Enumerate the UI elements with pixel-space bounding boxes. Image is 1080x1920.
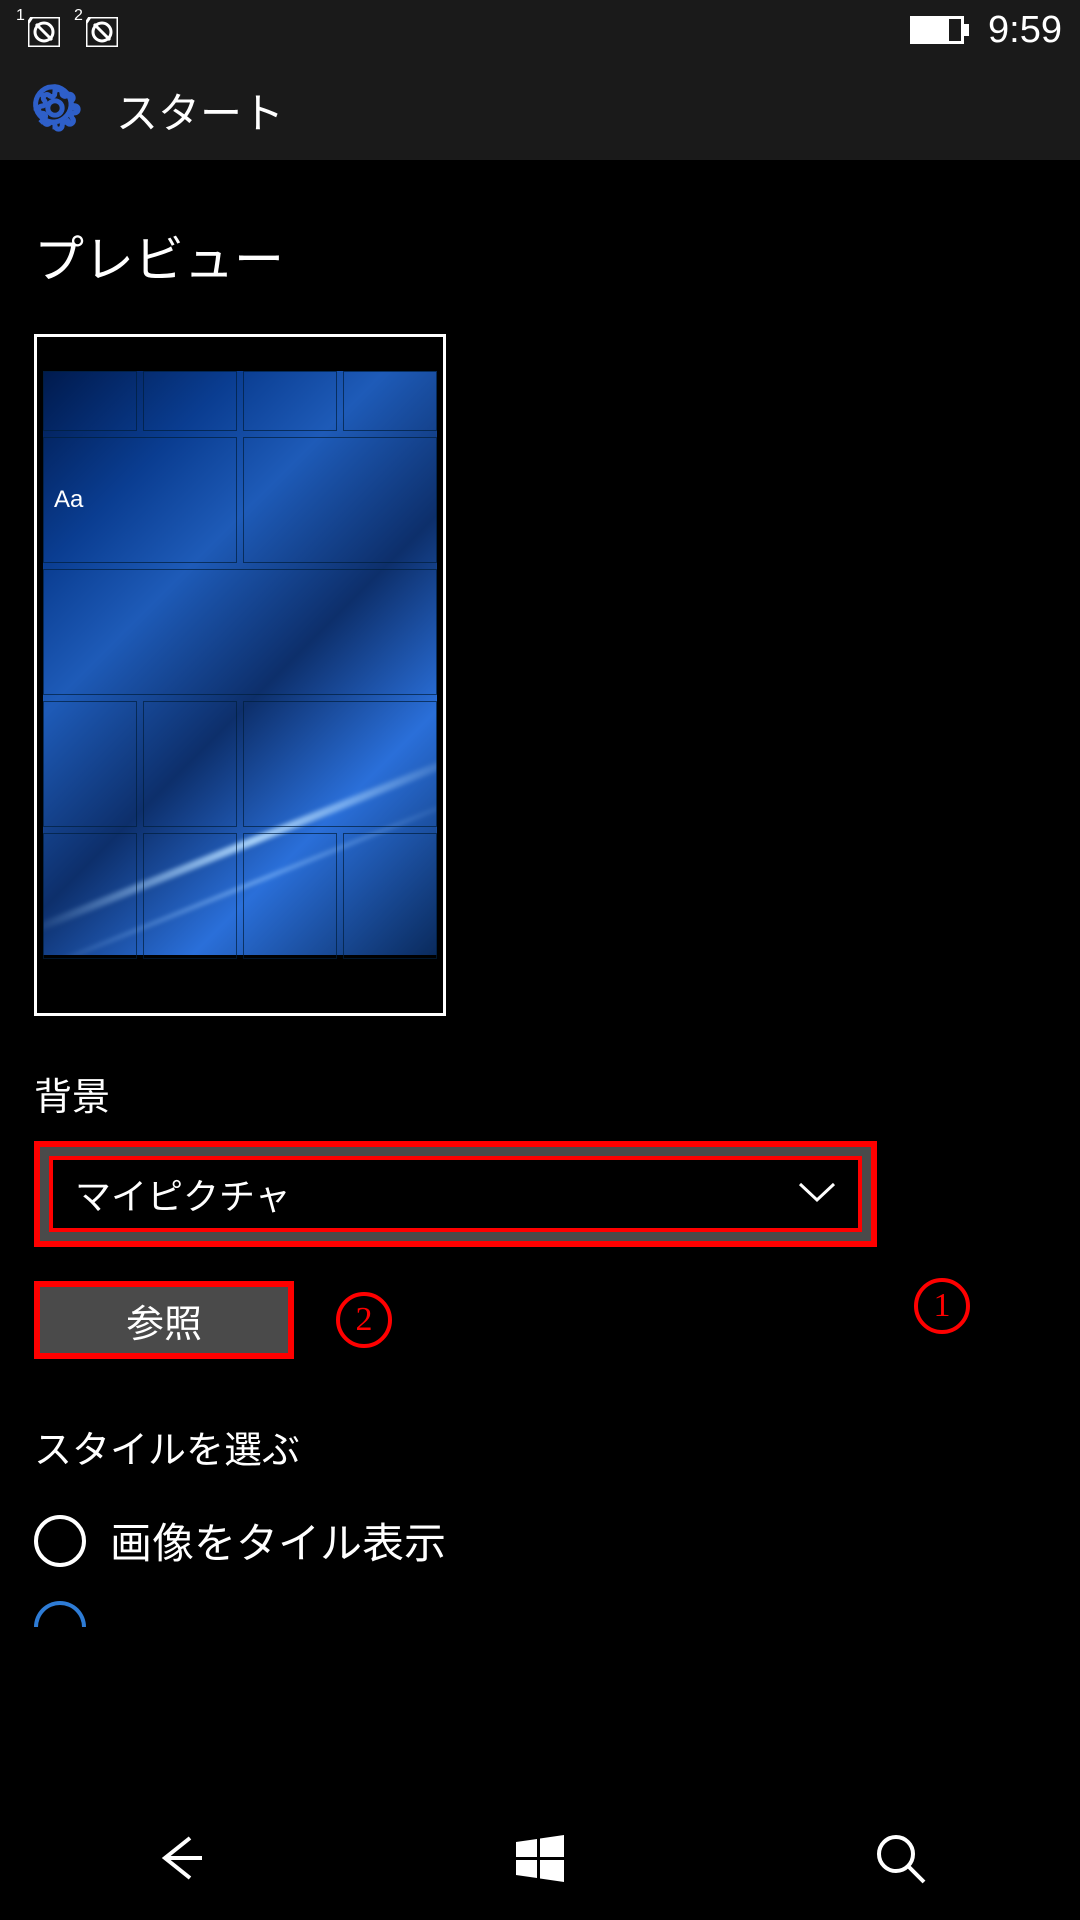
clock: 9:59 bbox=[988, 9, 1062, 52]
style-label: スタイルを選ぶ bbox=[34, 1419, 1046, 1474]
radio-icon-selected bbox=[34, 1601, 86, 1627]
sim2-icon: 2 bbox=[76, 11, 120, 49]
tile-grid: Aa bbox=[43, 371, 437, 955]
browse-button[interactable]: 参照 bbox=[34, 1281, 294, 1359]
browse-button-label: 参照 bbox=[126, 1293, 202, 1348]
preview-sample-text: Aa bbox=[54, 486, 83, 514]
preview-frame: Aa bbox=[34, 334, 446, 1016]
style-option-1[interactable]: 画像をタイル表示 bbox=[34, 1510, 1046, 1571]
dropdown-selected: マイピクチャ bbox=[75, 1168, 291, 1220]
sim1-icon: 1 bbox=[18, 11, 62, 49]
header: スタート bbox=[0, 60, 1080, 160]
annotation-1: 1 bbox=[914, 1278, 970, 1334]
nav-bar bbox=[0, 1800, 1080, 1920]
background-dropdown[interactable]: マイピクチャ bbox=[34, 1141, 877, 1247]
content: プレビュー Aa 背景 マイピクチャ 参照 2 スタイルを bbox=[0, 160, 1080, 1627]
search-button[interactable] bbox=[870, 1828, 930, 1893]
radio-label-1: 画像をタイル表示 bbox=[110, 1510, 446, 1571]
style-option-2-partial[interactable] bbox=[34, 1601, 1046, 1627]
status-bar: 1 2 9:59 bbox=[0, 0, 1080, 60]
back-button[interactable] bbox=[150, 1828, 210, 1893]
sim2-number: 2 bbox=[74, 7, 83, 25]
chevron-down-icon bbox=[798, 1180, 836, 1209]
radio-icon bbox=[34, 1515, 86, 1567]
battery-icon bbox=[910, 16, 964, 44]
background-label: 背景 bbox=[34, 1066, 1046, 1121]
sim1-number: 1 bbox=[16, 7, 25, 25]
preview-title: プレビュー bbox=[34, 220, 1046, 292]
gear-icon[interactable] bbox=[28, 81, 82, 140]
start-button[interactable] bbox=[510, 1828, 570, 1893]
page-title: スタート bbox=[116, 80, 284, 141]
status-left: 1 2 bbox=[18, 11, 120, 49]
annotation-2: 2 bbox=[336, 1292, 392, 1348]
status-right: 9:59 bbox=[910, 9, 1062, 52]
